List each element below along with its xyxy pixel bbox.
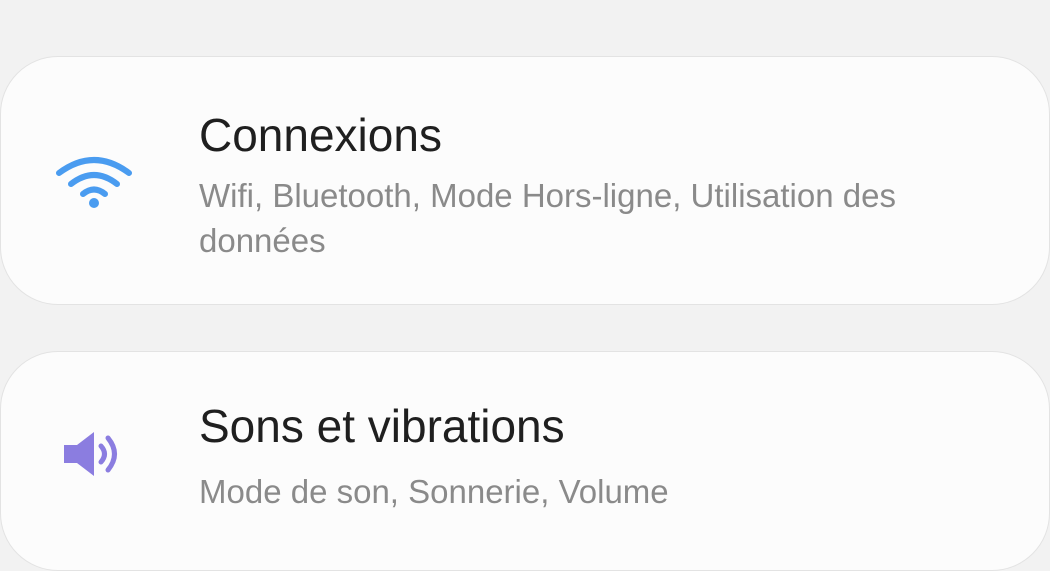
- settings-item-title: Connexions: [199, 109, 442, 161]
- settings-item-subtitle: Wifi, Bluetooth, Mode Hors-ligne, Utilis…: [199, 177, 896, 259]
- settings-item-subtitle: Mode de son, Sonnerie, Volume: [199, 473, 669, 510]
- wifi-icon: [56, 153, 132, 213]
- settings-item-connexions[interactable]: Connexions Wifi, Bluetooth, Mode Hors-li…: [0, 56, 1050, 305]
- settings-item-sons-et-vibrations[interactable]: Sons et vibrations Mode de son, Sonnerie…: [0, 351, 1050, 571]
- settings-item-title: Sons et vibrations: [199, 400, 565, 452]
- speaker-icon: [56, 424, 132, 484]
